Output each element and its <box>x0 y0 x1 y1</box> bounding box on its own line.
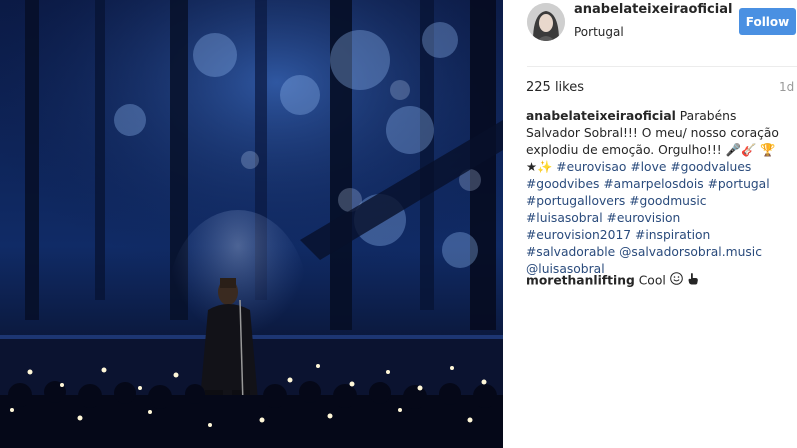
post-photo[interactable] <box>0 0 503 448</box>
sparkles-icon: ✨ <box>537 160 553 174</box>
hashtag-link[interactable]: #goodvalues <box>670 160 751 174</box>
hashtag-link[interactable]: #salvadorable <box>526 245 615 259</box>
smile-icon <box>669 272 683 290</box>
post-time[interactable]: 1d <box>779 80 794 94</box>
hashtag-link[interactable]: #goodmusic <box>629 194 706 208</box>
hashtag-link[interactable]: #eurovision2017 <box>526 228 631 242</box>
hashtag-link[interactable]: #love <box>630 160 666 174</box>
likes-count[interactable]: 225 likes <box>526 80 584 95</box>
hashtag-link[interactable]: #portugal <box>708 177 770 191</box>
concert-stage-image <box>0 0 503 448</box>
post-sidebar: anabelateixeiraoficial Portugal Follow 2… <box>503 0 797 448</box>
follow-button[interactable]: Follow <box>739 8 796 35</box>
post-caption: anabelateixeiraoficial Parabéns Salvador… <box>526 108 780 278</box>
hashtag-link[interactable]: #eurovisao <box>556 160 626 174</box>
guitar-icon: 🎸 <box>740 143 757 157</box>
trophy-icon: 🏆 <box>760 143 776 157</box>
post-location[interactable]: Portugal <box>574 25 624 39</box>
hashtag-link[interactable]: #goodvibes <box>526 177 599 191</box>
header-divider <box>527 66 797 67</box>
star-icon: ★ <box>526 160 538 174</box>
hashtag-link[interactable]: #portugallovers <box>526 194 625 208</box>
microphone-icon: 🎤 <box>725 143 741 157</box>
pointing-hand-icon <box>687 272 699 290</box>
comment-text: Cool <box>638 273 666 288</box>
hashtag-link[interactable]: #amarpelosdois <box>603 177 703 191</box>
comment-item: morethanlifting Cool <box>526 272 786 290</box>
hashtag-link[interactable]: #luisasobral <box>526 211 603 225</box>
post-header: anabelateixeiraoficial Portugal Follow <box>503 0 797 66</box>
caption-username[interactable]: anabelateixeiraoficial <box>526 109 676 123</box>
post-username[interactable]: anabelateixeiraoficial <box>574 2 732 17</box>
comment-username[interactable]: morethanlifting <box>526 274 635 288</box>
hashtag-link[interactable]: #eurovision <box>607 211 681 225</box>
avatar[interactable] <box>527 3 565 41</box>
mention-link[interactable]: @salvadorsobral.music <box>619 245 762 259</box>
hashtag-link[interactable]: #inspiration <box>635 228 710 242</box>
